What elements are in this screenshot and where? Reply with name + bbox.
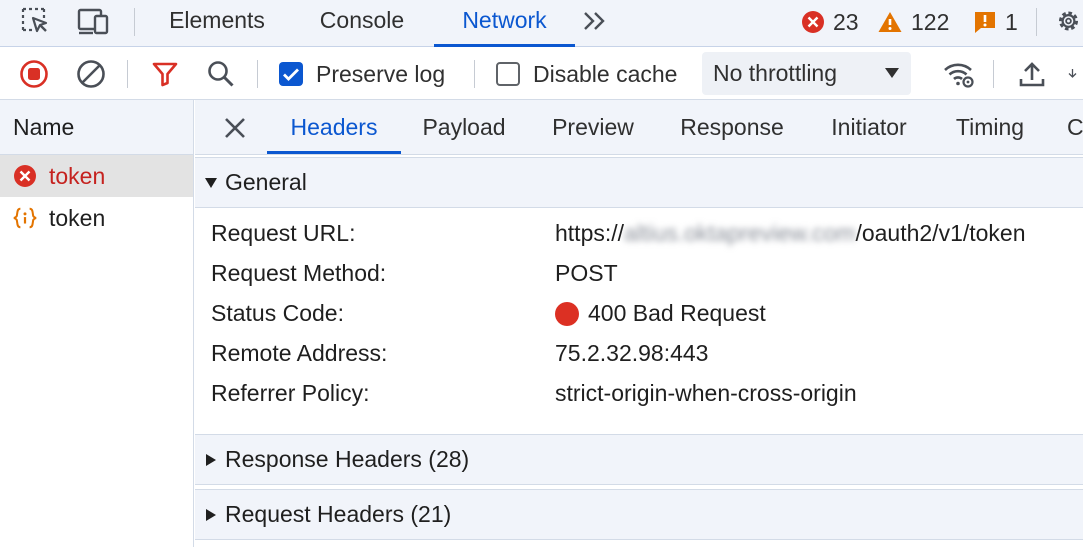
- collapsed-triangle-icon: [205, 508, 217, 521]
- dropdown-caret-icon: [885, 68, 899, 78]
- response-headers-section-header[interactable]: Response Headers (28): [195, 434, 1083, 485]
- search-icon[interactable]: [204, 58, 238, 90]
- redacted-host: altius.oktapreview.com: [624, 220, 856, 246]
- status-error-dot-icon: [555, 301, 579, 326]
- details-tabbar: Headers Payload Preview Response Initiat…: [195, 100, 1083, 155]
- throttling-select[interactable]: No throttling: [702, 52, 911, 95]
- referrer-policy-row: Referrer Policy: strict-origin-when-cros…: [211, 374, 1081, 414]
- request-name: token: [49, 162, 106, 189]
- header-key: Remote Address:: [211, 340, 388, 366]
- preserve-log-checkbox[interactable]: [279, 62, 303, 86]
- tab-response[interactable]: Response: [674, 100, 790, 154]
- expanded-triangle-icon: [205, 177, 217, 189]
- name-column-header[interactable]: Name: [0, 100, 193, 155]
- tab-initiator[interactable]: Initiator: [824, 100, 914, 154]
- request-headers-title: Request Headers (21): [225, 501, 452, 527]
- response-headers-title: Response Headers (28): [225, 446, 470, 472]
- devtools-main-tabbar: Elements Console Network 23 122 1: [0, 0, 1083, 47]
- tab-cookies-truncated[interactable]: C: [1067, 100, 1083, 154]
- request-list: Name token token: [0, 100, 194, 547]
- warning-icon: [878, 12, 902, 32]
- error-counter[interactable]: 23: [801, 7, 859, 37]
- disable-cache-toggle[interactable]: Disable cache: [496, 59, 677, 89]
- tab-network[interactable]: Network: [434, 0, 575, 47]
- request-details-panel: Headers Payload Preview Response Initiat…: [195, 100, 1083, 547]
- close-details-icon[interactable]: [221, 114, 249, 142]
- remote-address-row: Remote Address: 75.2.32.98:443: [211, 334, 1081, 374]
- more-tabs-icon[interactable]: [580, 4, 610, 38]
- request-error-icon: [13, 164, 37, 188]
- general-section-title: General: [225, 169, 307, 195]
- tab-payload[interactable]: Payload: [417, 100, 511, 154]
- disable-cache-label: Disable cache: [533, 60, 678, 87]
- toolbar-divider: [993, 60, 994, 88]
- checkmark-icon: [283, 68, 299, 81]
- request-url-path: /oauth2/v1/token: [855, 220, 1026, 246]
- network-toolbar: Preserve log Disable cache No throttling: [0, 47, 1083, 100]
- request-row[interactable]: token: [0, 197, 193, 239]
- issues-count: 1: [1005, 8, 1018, 35]
- tab-preview[interactable]: Preview: [546, 100, 640, 154]
- tab-elements[interactable]: Elements: [158, 0, 276, 46]
- collapsed-triangle-icon: [205, 453, 217, 466]
- header-key: Request URL:: [211, 220, 356, 246]
- device-toolbar-icon[interactable]: [74, 4, 112, 38]
- toolbar-divider: [134, 8, 135, 36]
- header-value[interactable]: https:// altius.oktapreview.com /oauth2/…: [555, 220, 1026, 247]
- tab-console[interactable]: Console: [306, 0, 418, 46]
- header-key: Status Code:: [211, 300, 344, 326]
- warning-counter[interactable]: 122: [877, 7, 949, 37]
- stop-recording-icon[interactable]: [17, 58, 51, 90]
- request-method-row: Request Method: POST: [211, 254, 1081, 294]
- request-url-row: Request URL: https:// altius.oktapreview…: [211, 214, 1081, 254]
- json-file-icon: [13, 206, 37, 230]
- header-key: Referrer Policy:: [211, 380, 370, 406]
- throttling-value: No throttling: [713, 60, 838, 86]
- toolbar-divider: [474, 60, 475, 88]
- inspect-element-icon[interactable]: [18, 4, 52, 38]
- header-key: Request Method:: [211, 260, 387, 286]
- issue-flag-icon: [975, 12, 995, 33]
- clear-log-icon[interactable]: [74, 58, 108, 90]
- error-count: 23: [833, 8, 859, 35]
- toolbar-divider: [257, 60, 258, 88]
- disable-cache-checkbox[interactable]: [496, 62, 520, 86]
- preserve-log-toggle[interactable]: Preserve log: [279, 59, 445, 89]
- header-value[interactable]: 400 Bad Request: [555, 300, 766, 327]
- error-icon: [802, 11, 824, 33]
- warning-count: 122: [911, 8, 950, 35]
- tab-timing[interactable]: Timing: [951, 100, 1029, 154]
- status-code-text: 400 Bad Request: [588, 300, 766, 326]
- toolbar-divider: [127, 60, 128, 88]
- header-value[interactable]: strict-origin-when-cross-origin: [555, 380, 857, 407]
- tab-headers[interactable]: Headers: [267, 100, 401, 154]
- settings-gear-icon[interactable]: [1054, 4, 1083, 38]
- header-value[interactable]: POST: [555, 260, 618, 287]
- filter-icon[interactable]: [148, 58, 182, 90]
- issues-counter[interactable]: 1: [973, 7, 1018, 37]
- request-name: token: [49, 204, 106, 231]
- export-har-icon[interactable]: [1068, 58, 1083, 90]
- general-section-header[interactable]: General: [195, 157, 1083, 208]
- status-code-row: Status Code: 400 Bad Request: [211, 294, 1081, 334]
- network-conditions-icon[interactable]: [942, 58, 976, 90]
- request-row[interactable]: token: [0, 155, 193, 197]
- toolbar-divider: [1036, 8, 1037, 36]
- import-har-icon[interactable]: [1015, 58, 1049, 90]
- request-url-prefix: https://: [555, 220, 625, 246]
- header-value[interactable]: 75.2.32.98:443: [555, 340, 708, 367]
- preserve-log-label: Preserve log: [316, 60, 446, 87]
- request-headers-section-header[interactable]: Request Headers (21): [195, 489, 1083, 540]
